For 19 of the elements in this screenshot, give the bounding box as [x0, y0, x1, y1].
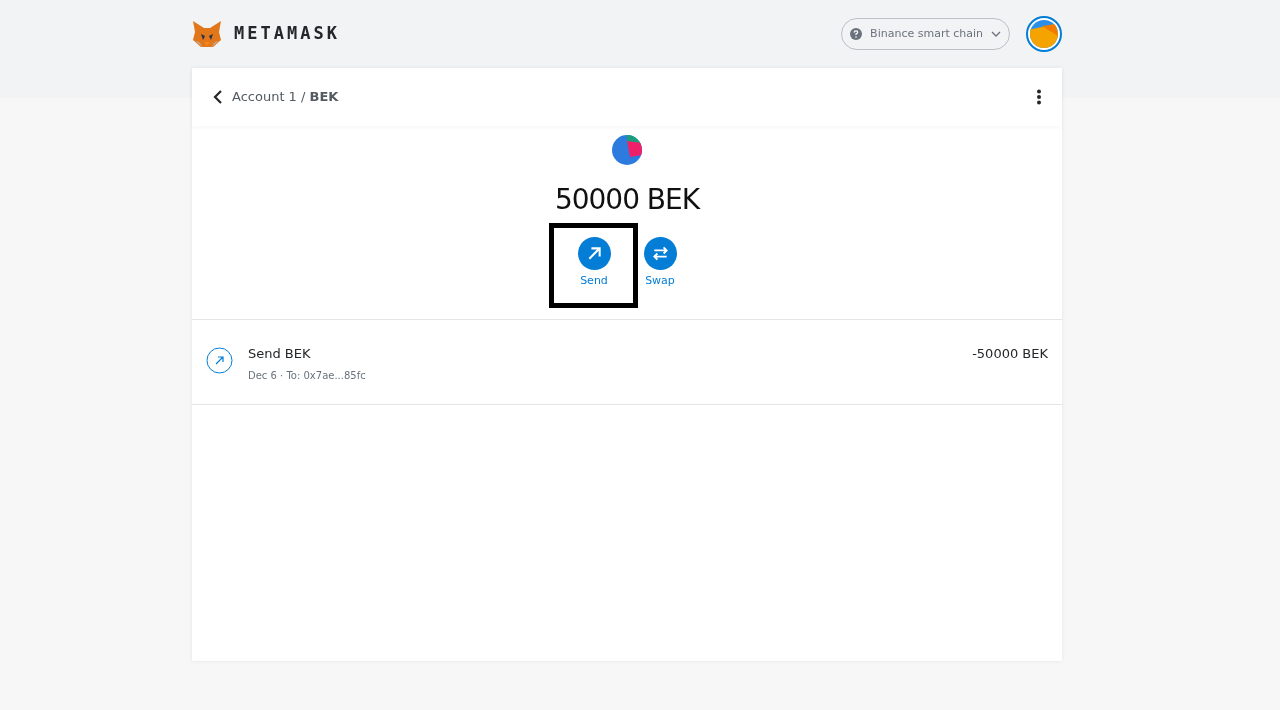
transaction-amount: -50000 BEK: [972, 345, 1048, 363]
account-avatar-icon[interactable]: [1026, 16, 1062, 52]
token-balance: 50000 BEK: [554, 182, 700, 218]
swap-button[interactable]: Swap: [636, 237, 684, 290]
brand-name: METAMASK: [234, 22, 340, 46]
arrow-up-right-icon: [577, 237, 611, 270]
swap-arrows-icon: [643, 237, 677, 270]
transaction-title: Send BEK: [248, 345, 312, 363]
transaction-details: Dec 6 · To: 0x7ae...85fc: [248, 368, 367, 383]
chevron-down-icon: [991, 31, 1001, 37]
fox-logo-icon: [192, 20, 222, 48]
send-button[interactable]: Send: [570, 237, 618, 290]
breadcrumb: Account 1 / BEK: [232, 88, 339, 107]
transaction-row[interactable]: Send BEK Dec 6 · To: 0x7ae...85fc -50000 BEK: [192, 320, 1062, 405]
arrow-up-right-icon: [206, 347, 233, 374]
back-icon[interactable]: [212, 90, 224, 104]
help-icon: [850, 28, 863, 40]
token-icon: [612, 135, 642, 165]
more-options-icon[interactable]: [1036, 89, 1042, 105]
